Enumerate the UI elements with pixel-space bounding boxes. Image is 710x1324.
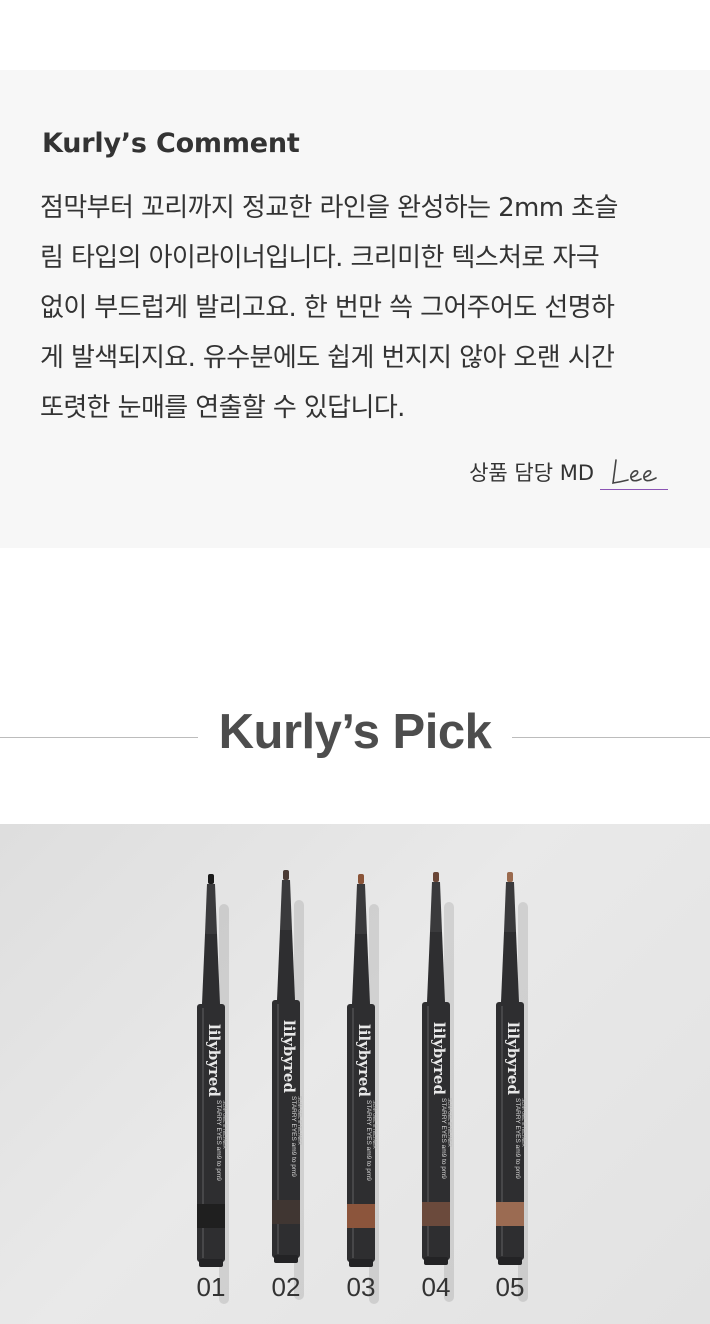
product-line-label: STARRY EYES am9 to pm9 [514, 1098, 521, 1179]
eyeliner-lineup: lilybyredSTARRY EYES am9 to pm9 SLIM GEL … [197, 870, 528, 1304]
pencil-color-band [496, 1202, 524, 1226]
brand-label: lilybyred [355, 1024, 373, 1097]
pencil-nozzle [280, 880, 292, 930]
product-line-label: STARRY EYES am9 to pm9 [290, 1096, 297, 1177]
pencil-nozzle [430, 882, 442, 932]
product-line-label: STARRY EYES am9 to pm9 [365, 1100, 372, 1181]
product-line-label: STARRY EYES am9 to pm9 [440, 1098, 447, 1179]
pencil-cone [501, 932, 519, 1002]
product-photo: lilybyred STARRY EYES am9 to pm9 SLIM GEL … [0, 824, 710, 1324]
pencil-cone [277, 930, 295, 1000]
product-subline-label: SLIM GEL EYELINER [446, 1098, 452, 1147]
pencil-color-band [347, 1204, 375, 1228]
pencil-tip [283, 870, 289, 880]
pencil-nozzle [504, 882, 516, 932]
kurlys-pick-heading: Kurly’s Pick [0, 700, 710, 774]
brand-label: lilybyred [280, 1020, 298, 1093]
comment-line: 게 발색되지요. 유수분에도 쉽게 번지지 않아 오랜 시간 [40, 343, 615, 373]
comment-line: 점막부터 꼬리까지 정교한 라인을 완성하는 2mm 초슬 [40, 193, 618, 223]
product-line-label: STARRY EYES am9 to pm9 [215, 1100, 222, 1181]
pencil-tip [358, 874, 364, 884]
pencil-tip [507, 872, 513, 882]
comment-line: 림 타입의 아이라이너입니다. 크리미한 텍스처로 자극 [40, 243, 600, 273]
pencil-tip [208, 874, 214, 884]
comment-line: 없이 부드럽게 발리고요. 한 번만 쓱 그어주어도 선명하 [40, 293, 615, 323]
pick-title: Kurly’s Pick [218, 705, 492, 759]
pencil-cone [352, 934, 370, 1004]
product-subline-label: SLIM GEL EYELINER [296, 1096, 302, 1145]
heading-divider-right [512, 737, 710, 738]
handwritten-signature [600, 450, 668, 490]
md-signature: 상품 담당 MD [469, 450, 668, 490]
comment-line: 또렷한 눈매를 연출할 수 있답니다. [40, 393, 405, 423]
shade-number: 01 [196, 1272, 226, 1302]
pencil-cone [427, 932, 445, 1002]
pencil-nozzle [205, 884, 217, 934]
pencil-color-band [197, 1204, 225, 1228]
signature-label: 상품 담당 MD [469, 461, 594, 485]
pencil-end [498, 1257, 522, 1265]
pencil-end [349, 1259, 373, 1267]
eyeliner-pencil-02: lilybyred STARRY EYES am9 to pm9 SLIM GEL … [272, 870, 304, 1300]
comment-title: Kurly’s Comment [42, 128, 300, 159]
md-comment-panel: Kurly’s Comment 점막부터 꼬리까지 정교한 라인을 완성하는 2… [0, 70, 710, 548]
pencil-tip [433, 872, 439, 882]
shade-number: 02 [271, 1272, 301, 1302]
pencil-cone [202, 934, 220, 1004]
pencil-color-band [272, 1200, 300, 1224]
brand-label: lilybyred [205, 1024, 223, 1097]
shade-number: 03 [346, 1272, 376, 1302]
brand-label: lilybyred [430, 1022, 448, 1095]
pencil-color-band [422, 1202, 450, 1226]
brand-label: lilybyred [504, 1022, 522, 1095]
eyeliner-pencil-01: lilybyred STARRY EYES am9 to pm9 SLIM GEL … [197, 874, 229, 1304]
eyeliner-pencil-03: lilybyred STARRY EYES am9 to pm9 SLIM GEL … [347, 874, 379, 1304]
eyeliner-pencil-05: lilybyred STARRY EYES am9 to pm9 SLIM GEL … [496, 872, 528, 1302]
pencil-nozzle [355, 884, 367, 934]
product-subline-label: SLIM GEL EYELINER [371, 1100, 377, 1149]
eyeliner-pencil-04: lilybyred STARRY EYES am9 to pm9 SLIM GEL … [422, 872, 454, 1302]
product-subline-label: SLIM GEL EYELINER [221, 1100, 227, 1149]
pencil-end [199, 1259, 223, 1267]
pencil-end [424, 1257, 448, 1265]
comment-body: 점막부터 꼬리까지 정교한 라인을 완성하는 2mm 초슬 림 타입의 아이라이… [40, 183, 680, 433]
product-subline-label: SLIM GEL EYELINER [520, 1098, 526, 1147]
pencil-end [274, 1255, 298, 1263]
shade-number: 04 [421, 1272, 451, 1302]
shade-number: 05 [495, 1272, 525, 1302]
